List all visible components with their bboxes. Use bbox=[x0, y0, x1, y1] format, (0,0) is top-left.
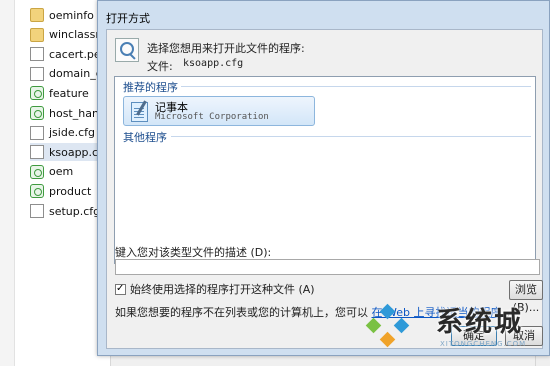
recommended-divider bbox=[181, 86, 531, 87]
folder-icon bbox=[30, 8, 44, 22]
program-list[interactable]: 推荐的程序 记事本 Microsoft Corporation 其他程序 bbox=[114, 76, 536, 264]
help-note-text: 如果您想要的程序不在列表或您的计算机上，您可以 bbox=[115, 306, 368, 319]
file-name-label: jside.cfg bbox=[49, 126, 95, 140]
watermark-text: 系统城 bbox=[436, 307, 523, 338]
file-name-label: setup.cfg bbox=[49, 204, 101, 218]
watermark-diamond-icon bbox=[365, 317, 382, 334]
program-company: Microsoft Corporation bbox=[155, 112, 269, 122]
file-name-label: ksoapp.c bbox=[49, 145, 99, 159]
check-icon: ✓ bbox=[116, 282, 125, 294]
instruction-text: 选择您想用来打开此文件的程序: bbox=[147, 42, 305, 55]
file-name-label: cacert.pe bbox=[49, 47, 101, 61]
watermark-diamond-icon bbox=[379, 331, 396, 348]
magnifier-icon bbox=[115, 38, 139, 62]
file-name-label: domain_c bbox=[49, 67, 102, 81]
file-explorer-pane: oeminfo winclassn cacert.pe domain_cfeature… bbox=[0, 0, 111, 366]
explorer-scrollbar[interactable] bbox=[0, 0, 15, 366]
other-divider bbox=[171, 136, 531, 137]
other-programs-header: 其他程序 bbox=[123, 131, 167, 144]
file-label: 文件: bbox=[147, 60, 173, 73]
folder-icon bbox=[30, 27, 44, 42]
web-file-icon bbox=[30, 184, 44, 199]
description-label: 键入您对该类型文件的描述 (D): bbox=[115, 246, 272, 259]
watermark-subtext: XITONGCHENG.COM bbox=[440, 340, 527, 348]
file-name: ksoapp.cfg bbox=[183, 58, 244, 69]
web-file-icon bbox=[30, 106, 44, 120]
file-name-label: winclassn bbox=[49, 28, 103, 42]
recommended-programs-header: 推荐的程序 bbox=[123, 81, 178, 94]
document-icon bbox=[30, 204, 44, 218]
file-name-label: product bbox=[49, 184, 92, 198]
web-file-icon bbox=[30, 164, 44, 179]
description-input[interactable] bbox=[115, 259, 540, 275]
file-name-label: oem bbox=[49, 165, 74, 179]
web-file-icon bbox=[30, 86, 44, 101]
dialog-titlebar[interactable]: 打开方式 bbox=[98, 1, 549, 29]
document-icon bbox=[30, 66, 44, 81]
document-icon bbox=[30, 47, 44, 62]
always-use-option[interactable]: ✓ 始终使用选择的程序打开这种文件 (A) bbox=[115, 281, 315, 297]
file-name-label: feature bbox=[49, 86, 89, 100]
watermark-diamond-icon bbox=[393, 317, 410, 334]
watermark: 系统城 XITONGCHENG.COM bbox=[360, 296, 550, 366]
dialog-title: 打开方式 bbox=[106, 12, 150, 25]
file-name-label: oeminfo bbox=[49, 8, 94, 22]
notepad-icon bbox=[128, 100, 150, 122]
program-item-notepad[interactable]: 记事本 Microsoft Corporation bbox=[123, 96, 315, 126]
always-use-label: 始终使用选择的程序打开这种文件 (A) bbox=[130, 283, 315, 296]
always-use-checkbox[interactable]: ✓ bbox=[115, 282, 126, 295]
watermark-diamond-icon bbox=[379, 303, 396, 320]
document-icon bbox=[30, 125, 44, 140]
document-icon bbox=[30, 145, 44, 160]
